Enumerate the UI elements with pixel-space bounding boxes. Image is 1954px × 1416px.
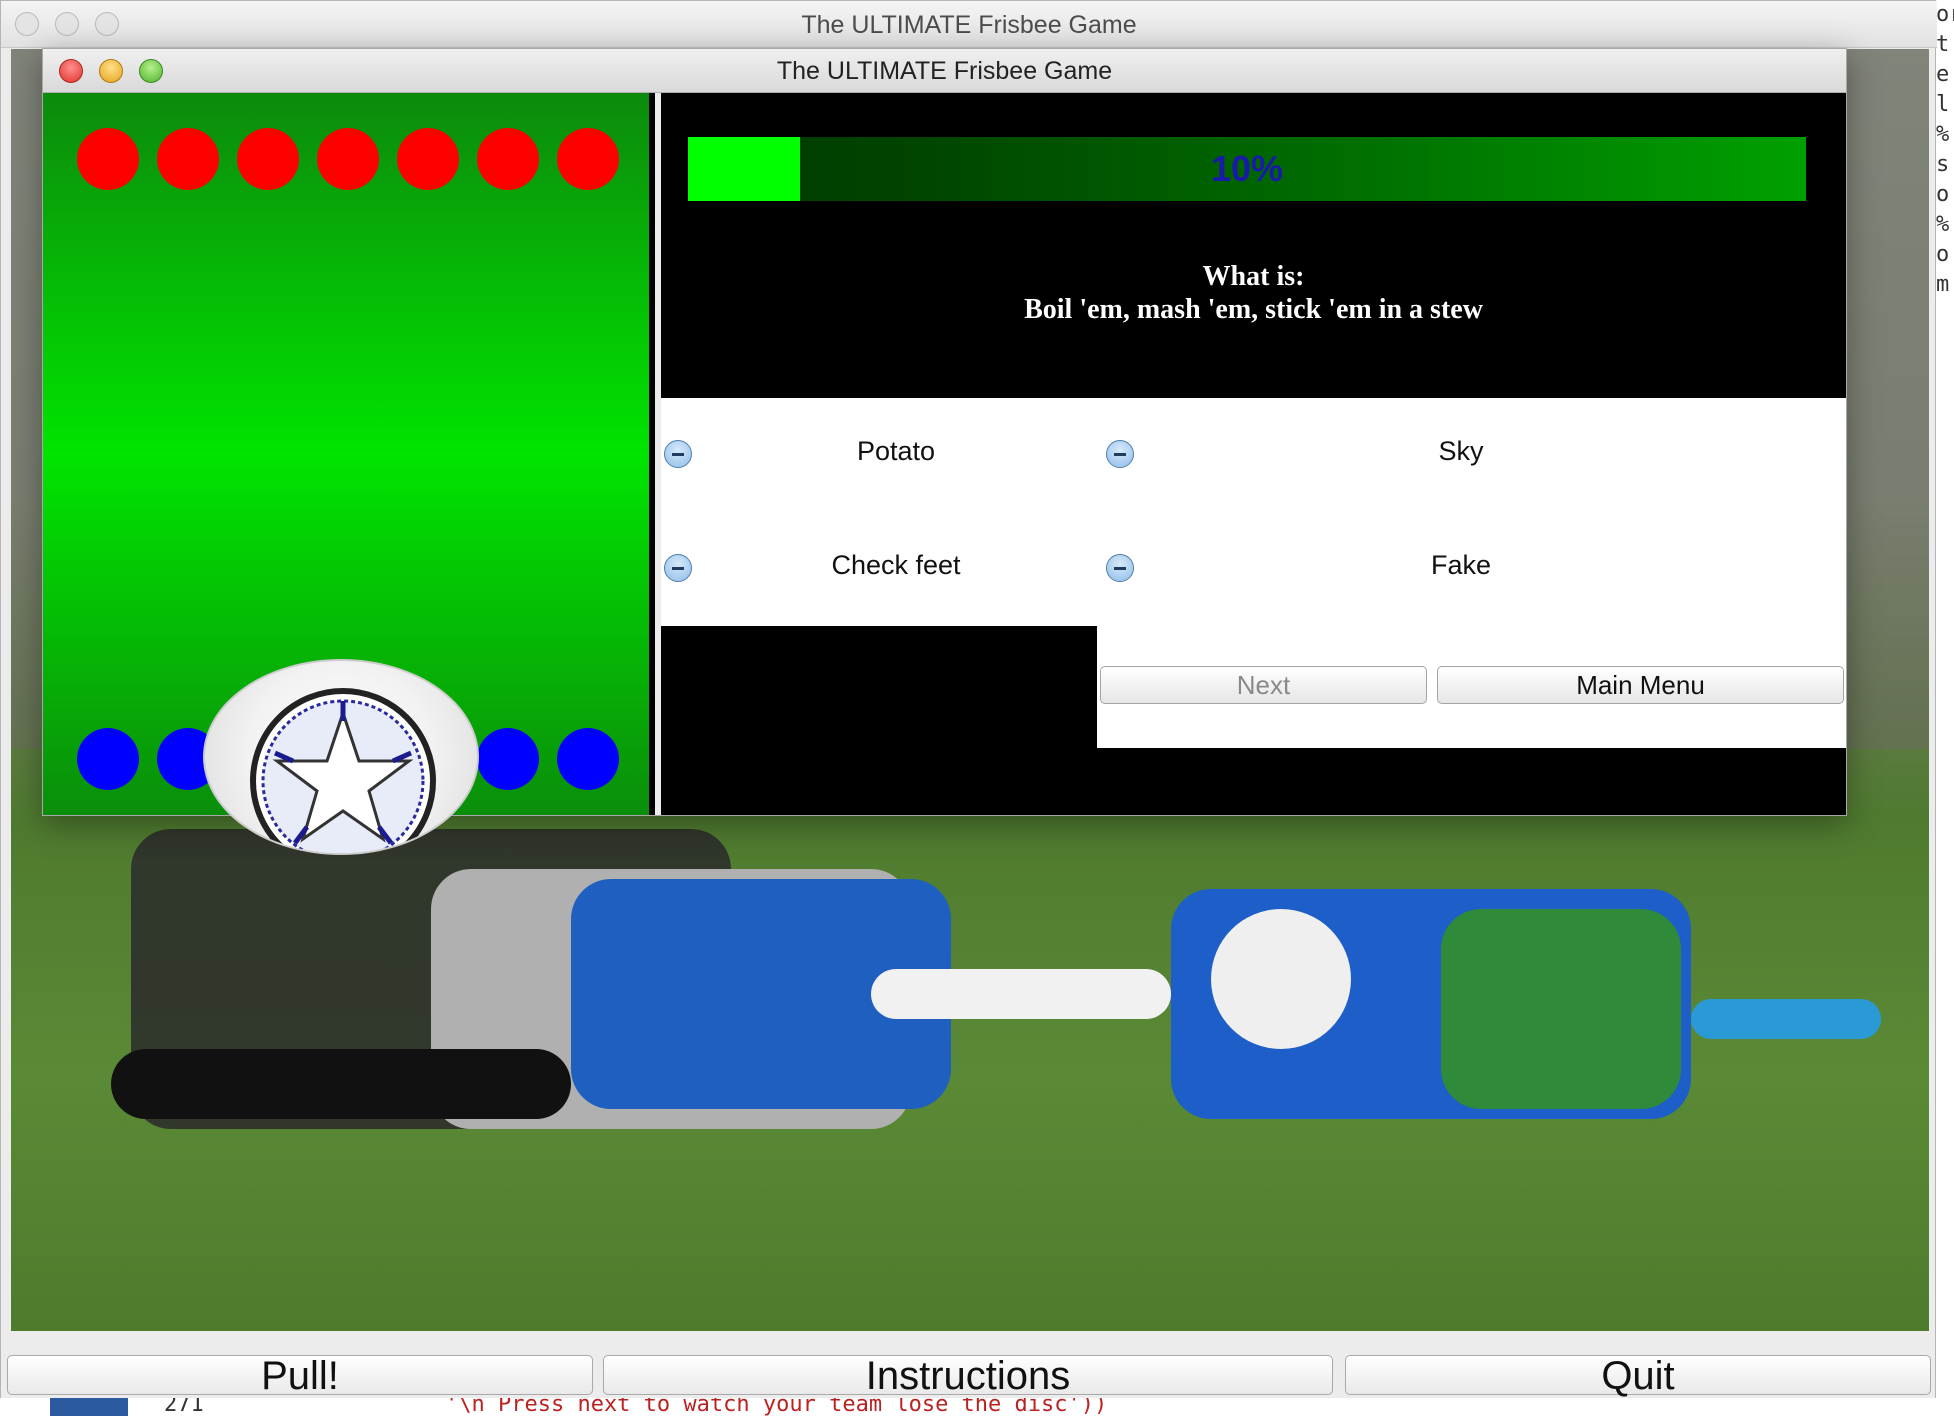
team-player [557, 728, 619, 790]
outer-titlebar: The ULTIMATE Frisbee Game [1, 1, 1937, 48]
question-text: What is: Boil 'em, mash 'em, stick 'em i… [661, 260, 1846, 326]
opponent-player [557, 128, 619, 190]
frisbee-field [43, 93, 655, 855]
controls-area: Next Main Menu [1097, 626, 1846, 748]
progress-bar: 10% [688, 137, 1806, 201]
outer-window-title: The ULTIMATE Frisbee Game [801, 11, 1137, 39]
pull-button[interactable]: Pull! [7, 1355, 593, 1396]
question-panel: 10% What is: Boil 'em, mash 'em, stick '… [661, 93, 1846, 815]
progress-label: 10% [1210, 148, 1284, 189]
opponent-player [77, 128, 139, 190]
frisbee-disc [203, 659, 479, 855]
answer-radio-sky[interactable] [1106, 440, 1134, 468]
answer-label-fake[interactable]: Fake [1141, 550, 1781, 581]
question-prompt: What is: [1202, 261, 1305, 292]
opponent-player [317, 128, 379, 190]
quit-button[interactable]: Quit [1345, 1355, 1931, 1396]
answer-options: Potato Sky Check feet Fake [661, 398, 1846, 626]
answer-radio-check-feet[interactable] [664, 554, 692, 582]
team-player [77, 728, 139, 790]
background-editor-bottom: 271 '\n Press next to watch your team lo… [0, 1398, 1936, 1416]
answer-radio-fake[interactable] [1106, 554, 1134, 582]
opponent-player [237, 128, 299, 190]
answer-label-potato[interactable]: Potato [701, 436, 1091, 467]
opponent-player [477, 128, 539, 190]
answer-label-check-feet[interactable]: Check feet [701, 550, 1091, 581]
opponent-player [157, 128, 219, 190]
game-window: The ULTIMATE Frisbee Game 10% What is: B… [42, 48, 1847, 855]
game-titlebar: The ULTIMATE Frisbee Game [43, 49, 1846, 93]
team-player [477, 728, 539, 790]
next-button[interactable]: Next [1100, 666, 1427, 704]
question-clue: Boil 'em, mash 'em, stick 'em in a stew [1024, 294, 1483, 325]
instructions-button[interactable]: Instructions [603, 1355, 1333, 1396]
answer-label-sky[interactable]: Sky [1141, 436, 1781, 467]
opponent-player [397, 128, 459, 190]
background-editor-text: or t e l % s o % o m [1936, 0, 1954, 1416]
game-window-title: The ULTIMATE Frisbee Game [776, 57, 1113, 85]
main-menu-button[interactable]: Main Menu [1437, 666, 1844, 704]
answer-radio-potato[interactable] [664, 440, 692, 468]
